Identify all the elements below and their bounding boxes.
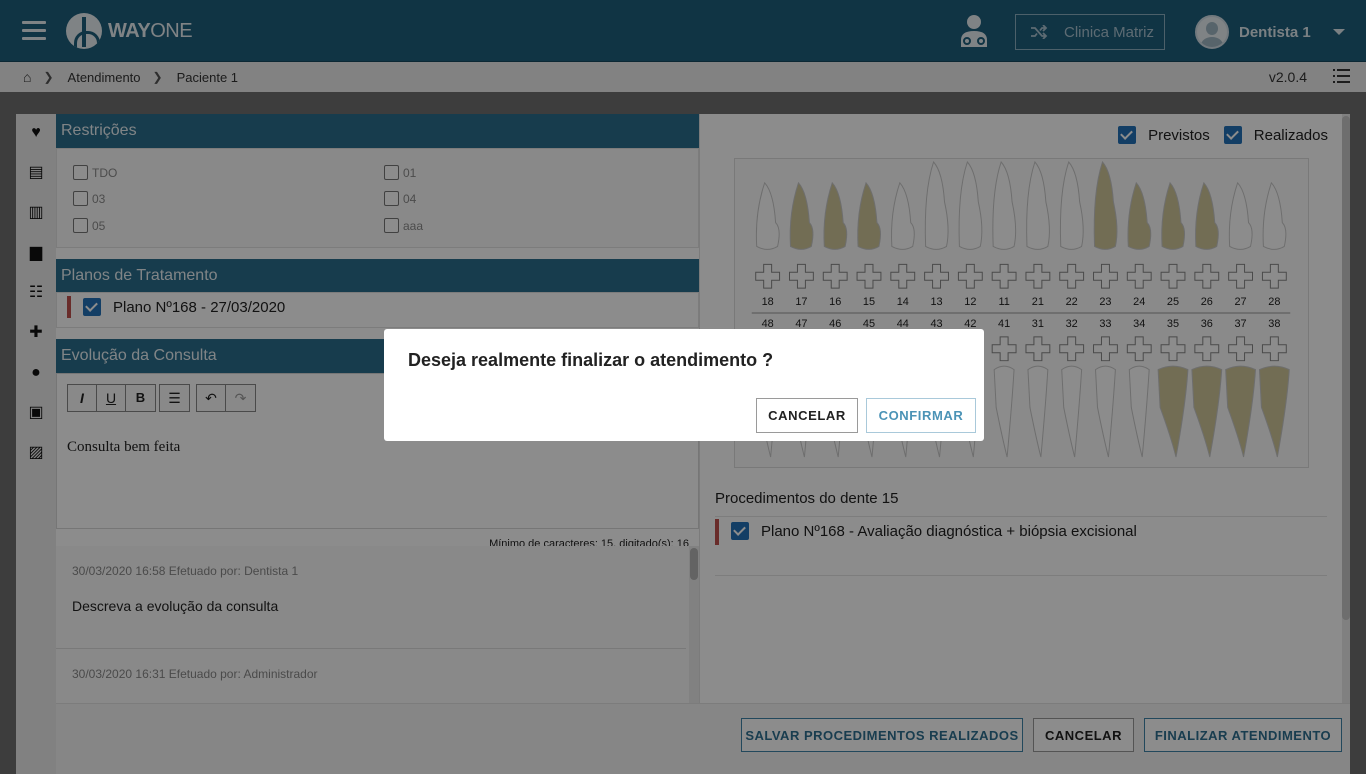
confirm-dialog: Deseja realmente finalizar o atendimento… — [384, 329, 984, 441]
dialog-confirm-button[interactable]: CONFIRMAR — [866, 398, 976, 433]
dialog-cancel-button[interactable]: CANCELAR — [756, 398, 858, 433]
dialog-title: Deseja realmente finalizar o atendimento… — [408, 350, 774, 370]
